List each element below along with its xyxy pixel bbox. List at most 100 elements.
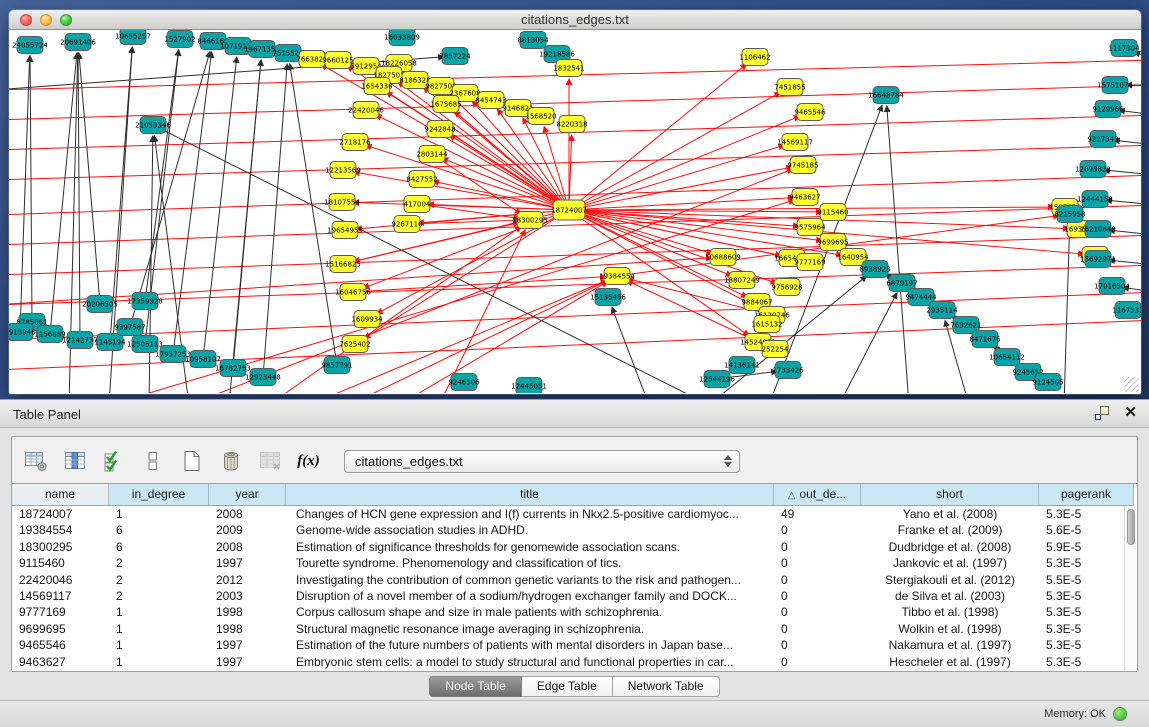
graph-node-label: 1106462 [739, 54, 770, 62]
table-cell: Hescheler et al. (1997) [861, 654, 1039, 670]
table-cell: Embryonic stem cells: a model to study s… [286, 654, 774, 670]
table-cell: 9463627 [12, 654, 109, 670]
graph-node-label: 12213569 [325, 167, 361, 175]
graph-node-label: 12093822 [1075, 166, 1111, 174]
network-graph: 2405572420691406106552571527902846616010… [9, 30, 1141, 393]
table-row[interactable]: 911546021997Tourette syndrome. Phenomeno… [12, 555, 1124, 571]
column-header-name[interactable]: name [12, 484, 109, 506]
new-column-button[interactable] [178, 448, 205, 475]
graph-node-label: 17016504 [1094, 283, 1130, 291]
graph-node-label: 1609934 [351, 316, 383, 324]
graph-edge [9, 265, 1141, 305]
table-selector-dropdown[interactable]: citations_edges.txt [344, 450, 740, 473]
table-row[interactable]: 1456911722003Disruption of a novel membe… [12, 588, 1124, 604]
graph-edge [30, 56, 32, 322]
table-cell: Tourette syndrome. Phenomenology and cla… [286, 555, 774, 571]
tab-node-table[interactable]: Node Table [429, 676, 522, 697]
table-row[interactable]: 1938455462009Genome-wide association stu… [12, 522, 1124, 538]
table-mode-button[interactable] [22, 448, 49, 475]
table-panel-header: Table Panel ✕ [0, 399, 1149, 428]
table-cell: 18724007 [12, 506, 109, 522]
float-panel-icon[interactable] [1095, 406, 1109, 420]
table-row[interactable]: 977716911998Corpus callosum shape and si… [12, 604, 1124, 620]
graph-node-label: 18300295 [512, 217, 548, 225]
unselect-all-columns-button[interactable] [139, 448, 166, 475]
graph-edge [78, 53, 80, 340]
graph-node-label: 15135456 [590, 294, 626, 302]
show-columns-button[interactable] [61, 448, 88, 475]
close-window-button[interactable] [20, 14, 32, 26]
tab-network-table[interactable]: Network Table [613, 676, 720, 697]
tab-edge-table[interactable]: Edge Table [522, 676, 613, 697]
network-canvas[interactable]: 2405572420691406106552571527902846616010… [9, 30, 1141, 394]
column-header-out-de-[interactable]: △out_de... [774, 484, 861, 506]
graph-node-label: 15751074 [1097, 82, 1133, 90]
graph-edge [1064, 225, 1070, 393]
table-row[interactable]: 2242004622012Investigating the contribut… [12, 572, 1124, 588]
network-window-titlebar[interactable]: citations_edges.txt [9, 10, 1141, 30]
graph-node-label: 10688609 [705, 254, 741, 262]
table-mode-icon [24, 449, 48, 473]
zoom-window-button[interactable] [60, 14, 72, 26]
close-panel-icon[interactable]: ✕ [1124, 406, 1137, 420]
graph-node-label: 14136141 [724, 362, 760, 370]
table-cell: 1998 [209, 604, 286, 620]
table-toolbar: f(x) citations_edges.txt [22, 441, 740, 481]
table-cell: 5.3E-5 [1039, 604, 1124, 620]
graph-node-label: 9745185 [787, 162, 818, 170]
graph-node-label: 16782753 [215, 365, 251, 373]
column-header-in-degree[interactable]: in_degree [109, 484, 209, 506]
graph-node-label: 1117304 [1108, 45, 1140, 53]
table-cell: Jankovic et al. (1997) [861, 555, 1039, 571]
graph-node-label: 12544196 [699, 376, 735, 384]
graph-edge [263, 64, 287, 377]
table-cell: 5.9E-5 [1039, 539, 1124, 555]
graph-edge [399, 282, 608, 393]
table-cell: Disruption of a novel member of a sodium… [286, 588, 774, 604]
graph-node-label: 9777169 [794, 259, 825, 267]
table-scrollbar[interactable] [1124, 506, 1137, 671]
graph-node-label: 1675685 [430, 101, 461, 109]
graph-node-label: 1167531 [1112, 307, 1141, 315]
table-row[interactable]: 946554611997Estimation of the future num… [12, 637, 1124, 653]
table-scrollbar-thumb[interactable] [1127, 509, 1135, 545]
table-row[interactable]: 946362711997Embryonic stem cells: a mode… [12, 654, 1124, 670]
window-resize-grip[interactable] [1124, 377, 1139, 392]
graph-node-label: 12923448 [245, 374, 281, 382]
graph-node-label: 1568520 [525, 113, 556, 121]
column-header-year[interactable]: year [209, 484, 286, 506]
memory-status-indicator[interactable] [1113, 707, 1127, 721]
table-cell: 1998 [209, 621, 286, 637]
graph-node-label: 10958107 [185, 356, 221, 364]
function-builder-icon: f(x) [297, 453, 320, 470]
graph-node-label: 14569117 [777, 139, 813, 147]
column-header-pagerank[interactable]: pagerank [1039, 484, 1134, 506]
column-header-short[interactable]: short [861, 484, 1039, 506]
cytoscape-app: citations_edges.txt 24055724206914061065… [0, 0, 1149, 727]
delete-table-icon [258, 449, 282, 473]
select-all-columns-button[interactable] [100, 448, 127, 475]
table-cell: 2008 [209, 539, 286, 555]
table-cell: 2012 [209, 572, 286, 588]
graph-node-label: 1145194 [94, 339, 126, 347]
graph-node-label: 9463627 [789, 194, 820, 202]
table-cell: 0 [774, 621, 861, 637]
graph-node-label: 7857224 [439, 53, 471, 61]
table-cell: 2 [109, 555, 209, 571]
table-cell: 0 [774, 572, 861, 588]
minimize-window-button[interactable] [40, 14, 52, 26]
function-builder-button[interactable]: f(x) [295, 448, 322, 475]
graph-node-label: 20691406 [60, 39, 96, 47]
graph-node-label: 19654955 [327, 227, 363, 235]
table-cell: Tibbo et al. (1998) [861, 604, 1039, 620]
table-cell: de Silva et al. (2003) [861, 588, 1039, 604]
table-row[interactable]: 969969511998Structural magnetic resonanc… [12, 621, 1124, 637]
delete-column-button[interactable] [217, 448, 244, 475]
graph-edge [627, 281, 758, 342]
table-row[interactable]: 1830029562008Estimation of significance … [12, 539, 1124, 555]
table-row[interactable]: 1872400712008Changes of HCN gene express… [12, 506, 1124, 522]
table-cell: 9777169 [12, 604, 109, 620]
graph-edge [569, 207, 1054, 210]
column-header-title[interactable]: title [286, 484, 774, 506]
graph-node-label: 1654338 [361, 83, 392, 91]
